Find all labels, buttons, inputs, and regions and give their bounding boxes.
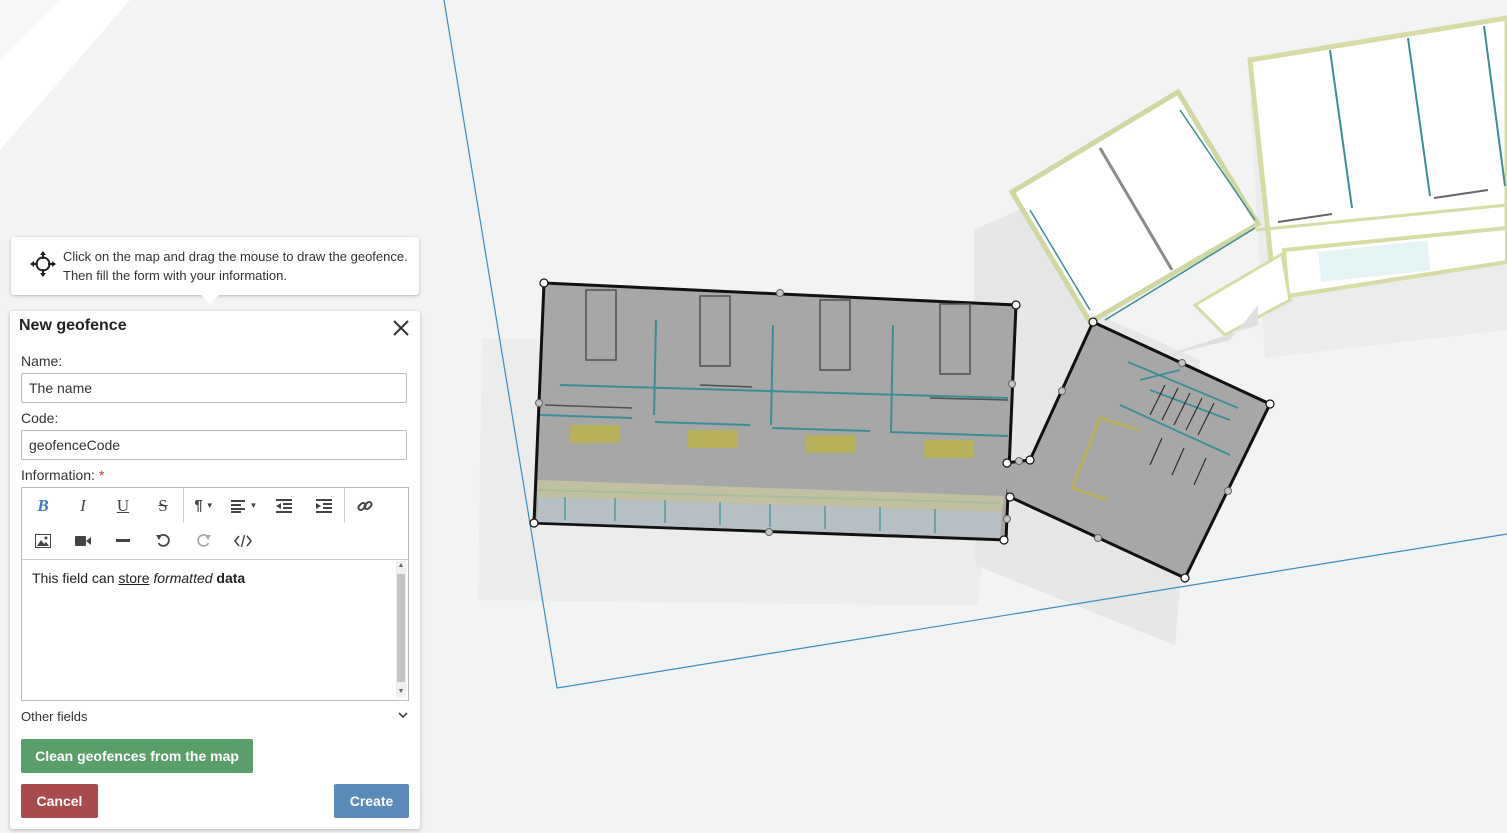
content-underlined-text: store — [118, 570, 150, 586]
other-fields-toggle[interactable]: Other fields — [21, 709, 409, 727]
required-mark: * — [98, 467, 105, 483]
panel-title: New geofence — [19, 317, 127, 334]
redo-button[interactable] — [183, 523, 223, 558]
bold-icon: B — [37, 495, 49, 515]
horizontal-rule-icon — [116, 538, 130, 542]
undo-button[interactable] — [143, 523, 183, 558]
content-plain-text: This field can — [32, 570, 119, 586]
code-view-icon — [234, 534, 252, 547]
information-label-text: Information: — [21, 467, 95, 483]
paragraph-icon: ¶ — [194, 497, 203, 514]
strikethrough-button[interactable]: S — [143, 488, 183, 523]
redo-icon — [196, 534, 211, 547]
create-button[interactable]: Create — [334, 784, 409, 818]
video-button[interactable] — [63, 523, 103, 558]
content-bold-text: data — [216, 570, 246, 586]
scroll-thumb[interactable] — [397, 574, 405, 682]
outdent-icon — [276, 498, 292, 513]
new-geofence-panel: New geofence Name: Code: Information:* B… — [10, 311, 420, 829]
chevron-down-icon: ▼ — [205, 501, 214, 510]
link-button[interactable] — [345, 488, 385, 523]
name-label: Name: — [21, 353, 63, 369]
horizontal-rule-button[interactable] — [103, 523, 143, 558]
other-fields-label: Other fields — [21, 709, 88, 724]
clean-geofences-button[interactable]: Clean geofences from the map — [21, 739, 253, 773]
code-input[interactable] — [21, 430, 407, 460]
align-dropdown[interactable]: ▼ — [224, 488, 264, 523]
underline-icon: U — [116, 495, 130, 515]
information-label: Information: * — [21, 467, 104, 483]
link-icon — [357, 500, 373, 511]
outdent-button[interactable] — [264, 488, 304, 523]
italic-icon: I — [80, 495, 86, 515]
strikethrough-icon: S — [158, 495, 168, 515]
code-view-button[interactable] — [223, 523, 263, 558]
hint-text: Click on the map and drag the mouse to d… — [63, 247, 413, 285]
hint-line-1: Click on the map and drag the mouse to d… — [63, 249, 408, 264]
cancel-button[interactable]: Cancel — [21, 784, 98, 818]
close-icon[interactable] — [390, 317, 412, 339]
scroll-down-icon[interactable]: ▼ — [396, 687, 406, 697]
content-italic-text: formatted — [153, 570, 213, 586]
hint-arrow — [201, 295, 219, 304]
indent-icon — [316, 498, 332, 513]
scroll-up-icon[interactable]: ▲ — [396, 561, 406, 571]
editor-toolbar: B I U S ¶ ▼ ▼ — [22, 488, 408, 560]
image-button[interactable] — [23, 523, 63, 558]
name-input[interactable] — [21, 373, 407, 403]
image-icon — [35, 533, 51, 548]
video-icon — [75, 535, 91, 546]
align-icon — [230, 499, 245, 513]
draw-hint-tooltip: Click on the map and drag the mouse to d… — [11, 237, 419, 295]
underline-button[interactable]: U — [103, 488, 143, 523]
rich-text-editor: B I U S ¶ ▼ ▼ This field can store forma… — [21, 487, 409, 701]
undo-icon — [155, 534, 170, 547]
editor-content[interactable]: This field can store formatted data — [32, 570, 392, 586]
editor-scrollbar[interactable]: ▲ ▼ — [396, 561, 406, 697]
code-label: Code: — [21, 410, 59, 426]
indent-button[interactable] — [304, 488, 344, 523]
hint-line-2: Then fill the form with your information… — [63, 268, 287, 283]
bold-button[interactable]: B — [23, 488, 63, 523]
chevron-down-icon — [398, 712, 408, 719]
paragraph-dropdown[interactable]: ¶ ▼ — [184, 488, 224, 523]
chevron-down-icon: ▼ — [249, 501, 258, 510]
italic-button[interactable]: I — [63, 488, 103, 523]
crosshair-move-icon — [30, 251, 56, 277]
